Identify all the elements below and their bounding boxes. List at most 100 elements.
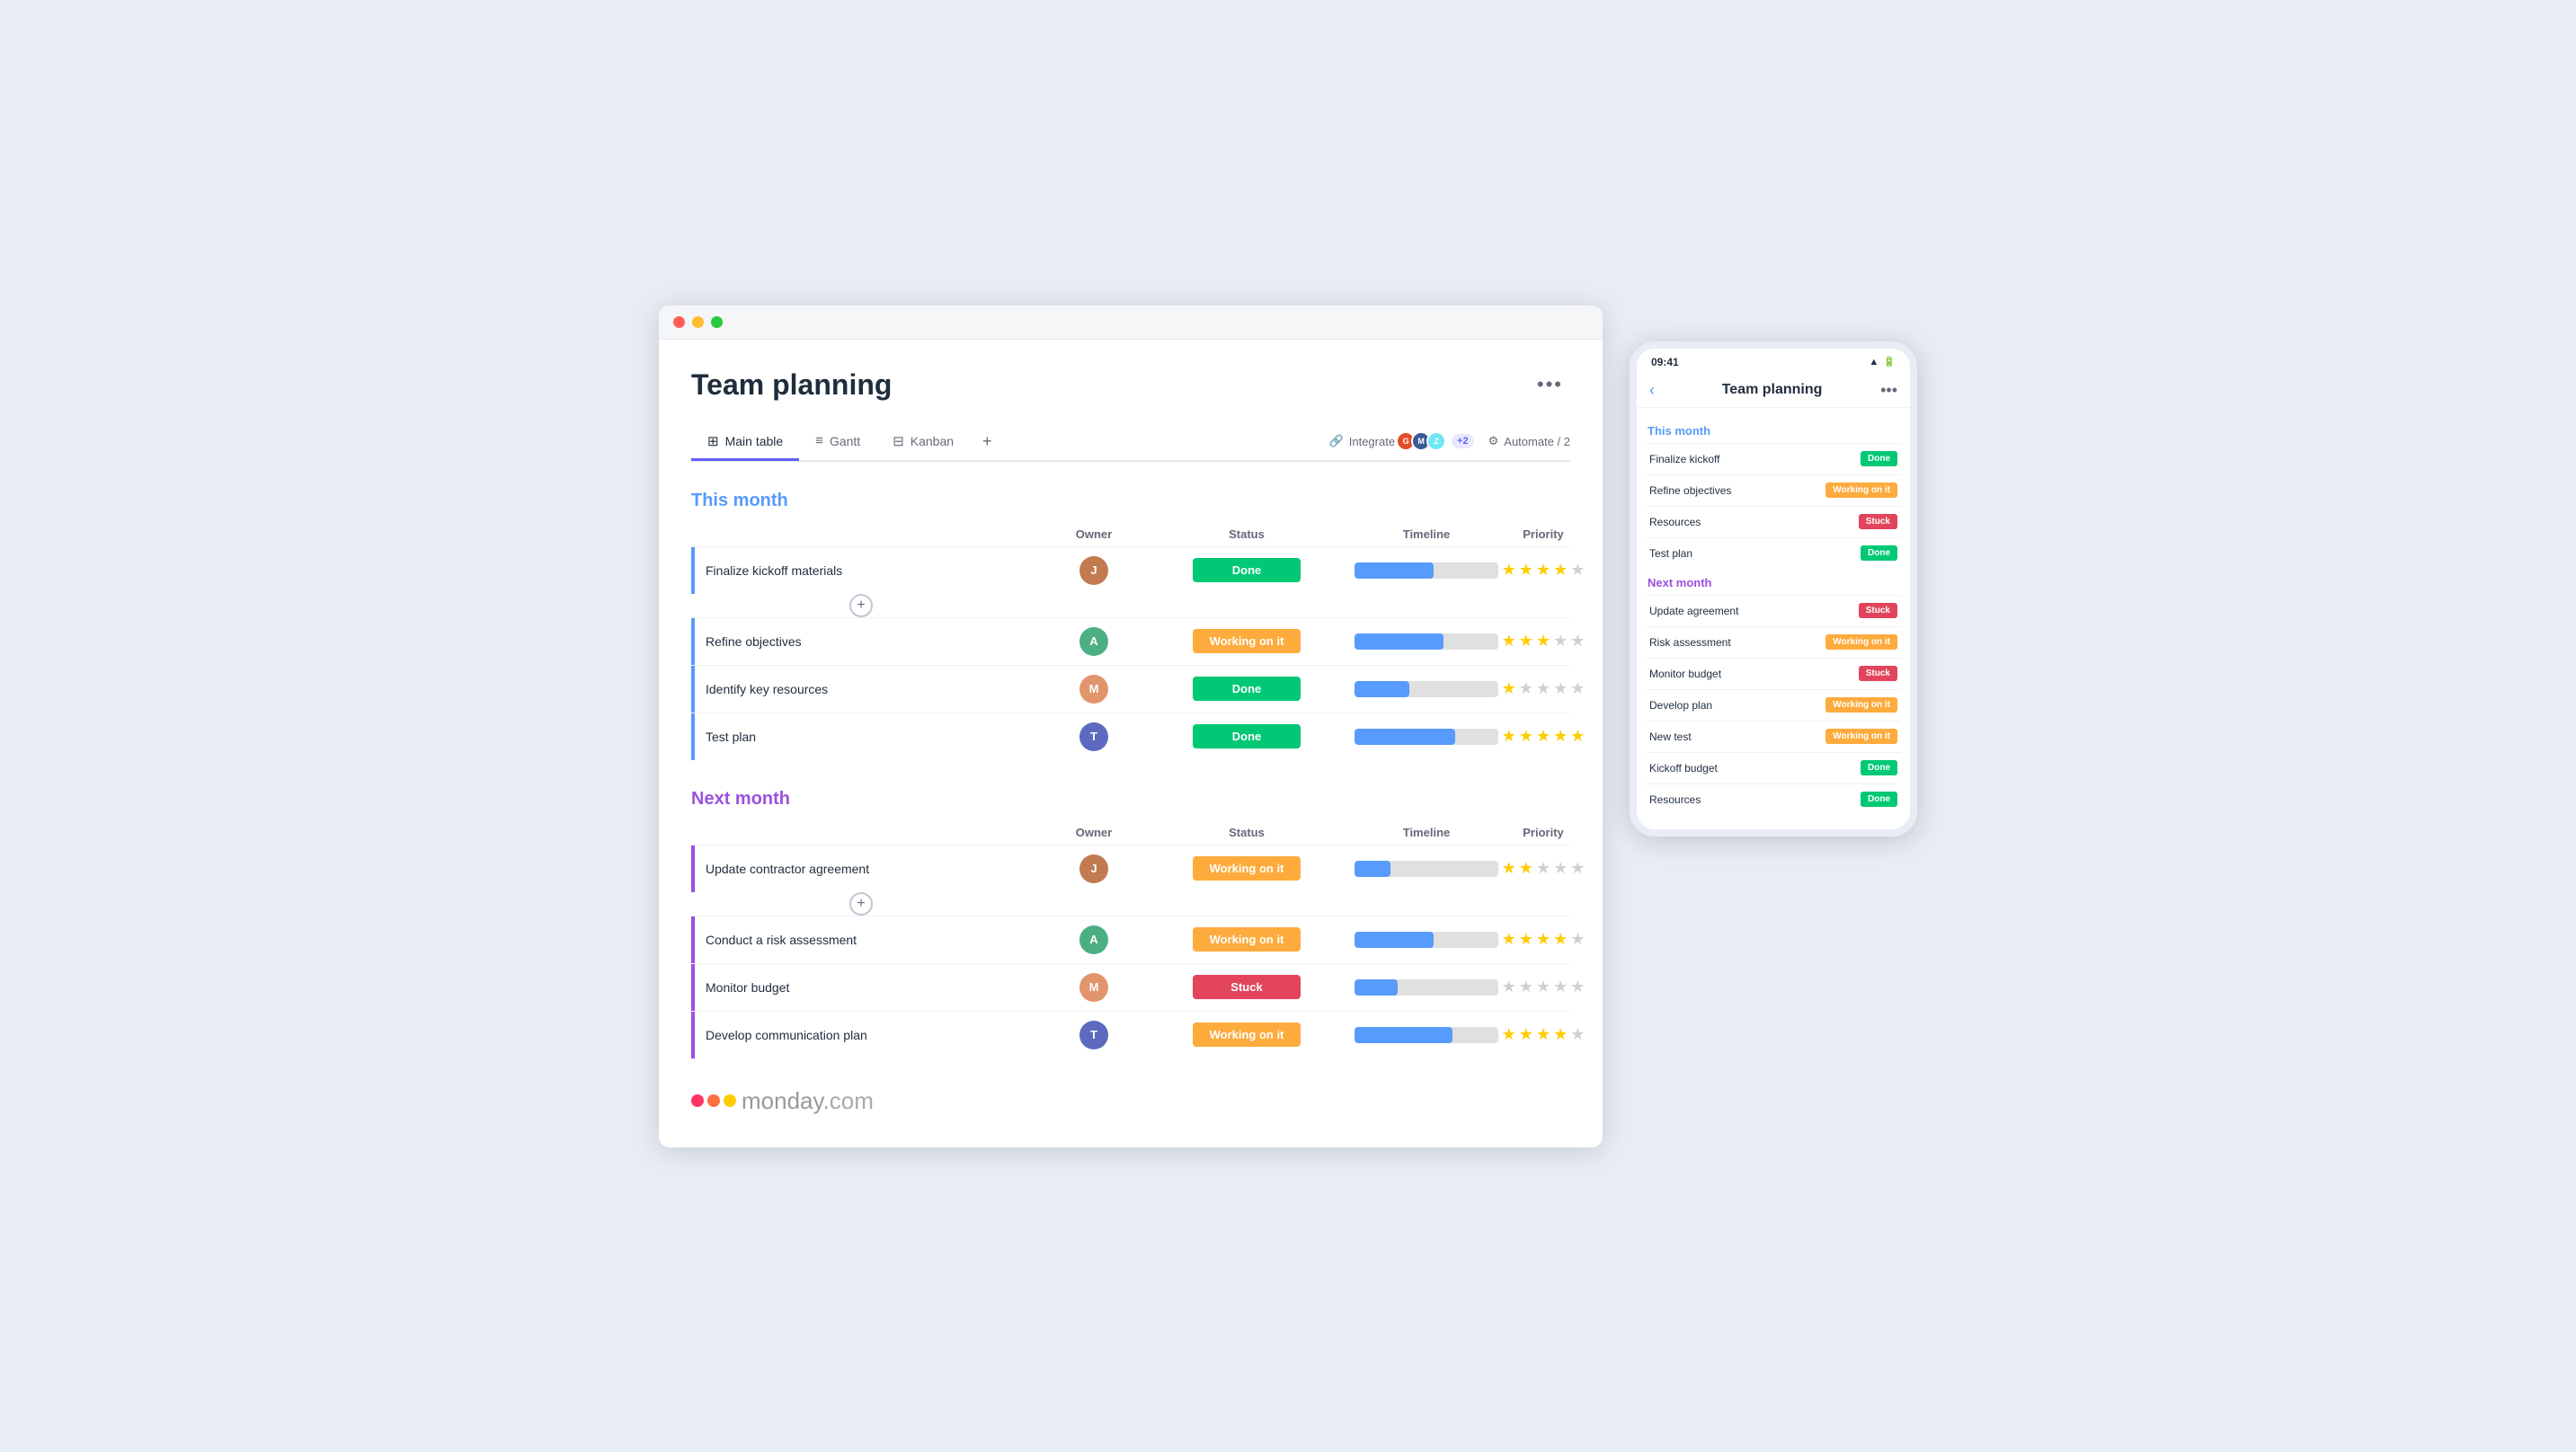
row-task-cell: Finalize kickoff materials [691,547,1031,594]
col-timeline-header: Timeline [1337,826,1516,839]
logo-dots [691,1094,736,1107]
integrate-avatar-3: Z [1426,431,1446,451]
traffic-light-yellow[interactable] [692,316,704,328]
tab-main-table[interactable]: ⊞ Main table [691,424,799,461]
phone-avatar: M [1832,511,1853,533]
row-timeline-cell [1337,729,1516,745]
phone-status[interactable]: Working on it [1825,729,1897,744]
row-status-cell: Working on it [1157,856,1337,881]
logo-text: monday.com [742,1087,874,1115]
automate-button[interactable]: ⚙ Automate / 2 [1488,434,1570,448]
phone-avatar: M [1832,663,1853,685]
phone-row: Risk assessment A Working on it [1646,626,1901,658]
phone-task-name: Update agreement [1649,605,1826,617]
row-timeline-cell [1337,932,1516,948]
row-border [691,713,695,760]
traffic-light-green[interactable] [711,316,723,328]
timeline-bar-wrap [1355,729,1498,745]
task-name: Conduct a risk assessment [706,933,1024,947]
stars: ★ ★ ★ ★ ★ [1502,1025,1586,1044]
tab-kanban[interactable]: ⊟ Kanban [876,424,970,461]
phone-status[interactable]: Stuck [1859,514,1897,529]
row-status-cell: Done [1157,724,1337,748]
status-pill[interactable]: Working on it [1193,1023,1301,1047]
logo-dot-orange [707,1094,720,1107]
timeline-bar-wrap [1355,633,1498,650]
battery-icon: 🔋 [1883,356,1896,367]
add-col-button[interactable]: + [691,594,1031,617]
avatar: A [1079,627,1108,656]
window-titlebar [659,305,1603,340]
timeline-bar-wrap [1355,681,1498,697]
timeline-bar [1355,729,1455,745]
phone-row: Test plan T Done [1646,537,1901,569]
table-row: Identify key resources M Done [691,665,1570,713]
row-status-cell: Working on it [1157,1023,1337,1047]
table-row: Conduct a risk assessment A Working on i… [691,916,1570,963]
more-options-button[interactable]: ••• [1530,369,1570,400]
table-row: Test plan T Done ★ [691,713,1570,760]
phone-page-title: Team planning [1664,382,1880,398]
phone-status[interactable]: Done [1861,451,1897,466]
phone-row: Finalize kickoff J Done [1646,443,1901,474]
phone-status[interactable]: Working on it [1825,634,1897,650]
row-task-cell: Conduct a risk assessment [691,916,1031,963]
col-priority-header: Priority [1516,527,1570,541]
row-priority-cell: ★ ★ ★ ★ ★ [1516,1025,1570,1044]
row-owner-cell: J [1031,556,1157,585]
col-timeline-header: Timeline [1337,527,1516,541]
phone-status[interactable]: Done [1861,760,1897,775]
phone-task-name: Monitor budget [1649,668,1826,680]
phone-status[interactable]: Working on it [1825,483,1897,498]
star-4: ★ [1553,561,1568,580]
status-pill[interactable]: Working on it [1193,856,1301,881]
phone-task-name: Refine objectives [1649,484,1793,497]
phone-row: New test J Working on it [1646,721,1901,752]
row-status-cell: Stuck [1157,975,1337,999]
row-task-cell: Develop communication plan [691,1012,1031,1058]
phone-status[interactable]: Done [1861,545,1897,561]
status-pill[interactable]: Working on it [1193,629,1301,653]
phone-avatar: J [1832,600,1853,622]
phone-status[interactable]: Done [1861,792,1897,807]
phone-back-button[interactable]: ‹ [1649,381,1655,400]
row-owner-cell: A [1031,925,1157,954]
timeline-bar [1355,1027,1452,1043]
phone-task-name: Resources [1649,793,1828,806]
status-pill[interactable]: Done [1193,724,1301,748]
star-3: ★ [1536,561,1550,580]
tab-gantt[interactable]: ≡ Gantt [799,424,876,460]
traffic-light-red[interactable] [673,316,685,328]
col-status-header: Status [1157,527,1337,541]
tab-add-button[interactable]: + [970,423,1005,460]
row-task-cell: Monitor budget [691,964,1031,1011]
status-pill[interactable]: Done [1193,677,1301,701]
phone-avatar: M [1834,789,1855,810]
stars: ★ ★ ★ ★ ★ [1502,632,1586,651]
next-month-col-headers: Owner Status Timeline Priority [691,820,1570,845]
app-content: Team planning ••• ⊞ Main table ≡ Gantt ⊟… [659,340,1603,1147]
wifi-icon: ▲ [1869,357,1879,367]
status-pill[interactable]: Working on it [1193,927,1301,952]
avatar: M [1079,675,1108,704]
status-pill[interactable]: Stuck [1193,975,1301,999]
integrate-button[interactable]: 🔗 Integrate G M Z +2 [1329,431,1474,451]
phone-task-name: Test plan [1649,547,1828,560]
kanban-icon: ⊟ [893,433,904,449]
col-priority-header: Priority [1516,826,1570,839]
stars: ★ ★ ★ ★ ★ [1502,679,1586,698]
phone-avatar: A [1799,480,1820,501]
timeline-bar-wrap [1355,979,1498,996]
phone-more-button[interactable]: ••• [1880,381,1897,400]
add-col-button[interactable]: + [691,892,1031,916]
phone-task-name: New test [1649,730,1793,743]
row-priority-cell: ★ ★ ★ ★ ★ [1516,679,1570,698]
phone-status[interactable]: Working on it [1825,697,1897,713]
status-pill[interactable]: Done [1193,558,1301,582]
stars: ★ ★ ★ ★ ★ [1502,561,1586,580]
phone-status[interactable]: Stuck [1859,666,1897,681]
row-border [691,916,695,963]
phone-status[interactable]: Stuck [1859,603,1897,618]
integrate-avatars: G M Z [1400,431,1446,451]
row-border [691,1012,695,1058]
